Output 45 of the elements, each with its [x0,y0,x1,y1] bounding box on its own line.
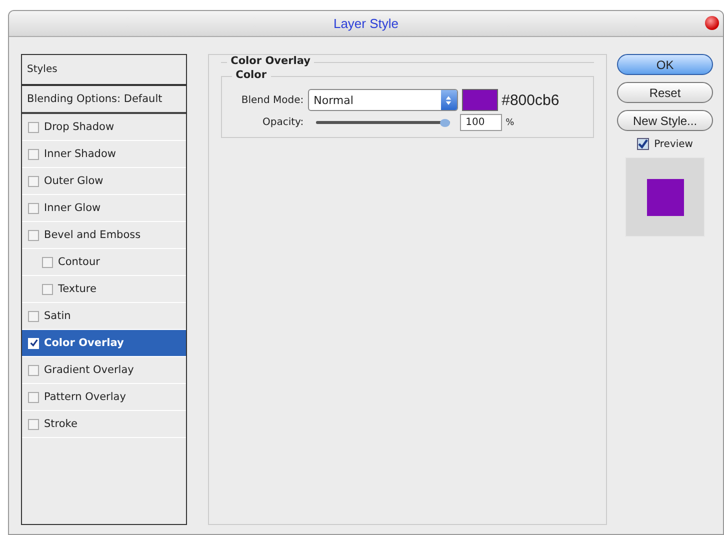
style-item[interactable]: Inner Shadow [22,141,186,168]
checkbox[interactable] [28,392,39,402]
checkbox[interactable] [28,310,39,322]
style-item[interactable]: Contour [22,249,186,276]
field-label: Opacity: [262,117,304,128]
style-item[interactable]: Color Overlay [22,330,186,357]
section-title: Color Overlay [226,55,314,67]
dialog-button[interactable]: New Style... [617,110,714,131]
checkbox[interactable] [28,176,39,186]
blend-mode-dropdown[interactable]: Normal [308,89,458,111]
slider-thumb[interactable] [440,118,450,126]
field-label: Blend Mode: [240,94,304,106]
spinner-icon [440,90,457,110]
checkbox[interactable] [28,338,39,348]
unit-label: % [506,118,514,128]
checkbox[interactable] [28,364,39,376]
checkbox[interactable] [637,138,650,150]
checkbox[interactable] [42,284,53,294]
checkbox[interactable] [28,122,39,132]
window-title: Layer Style [333,16,399,31]
style-item[interactable]: Bevel and Emboss [22,222,186,249]
checkbox[interactable] [28,148,39,160]
style-item[interactable]: Inner Glow [22,195,186,222]
style-item[interactable]: Gradient Overlay [22,357,186,384]
style-item[interactable]: Texture [22,276,186,303]
checkbox[interactable] [28,202,39,214]
close-icon[interactable] [705,16,719,30]
color-swatch[interactable] [462,89,498,111]
checkbox[interactable] [28,230,39,240]
checkbox[interactable] [42,256,53,268]
style-item[interactable]: Drop Shadow [22,114,186,141]
group-title: Color [232,69,271,81]
color-value: #800cb6 [502,92,560,108]
dialog-button[interactable]: Reset [617,82,714,103]
style-item[interactable]: Outer Glow [22,168,186,195]
preview-swatch [646,178,684,216]
opacity-field[interactable]: 100 [460,114,502,131]
preview-label: Preview [654,138,693,150]
style-item[interactable]: Blending Options: Default [22,86,186,114]
ok-button[interactable]: OK [617,54,714,75]
opacity-slider[interactable] [316,118,450,126]
styles-header: Styles [22,55,186,86]
style-item[interactable]: Pattern Overlay [22,384,186,411]
checkbox[interactable] [28,418,39,430]
style-item[interactable]: Stroke [22,411,186,438]
